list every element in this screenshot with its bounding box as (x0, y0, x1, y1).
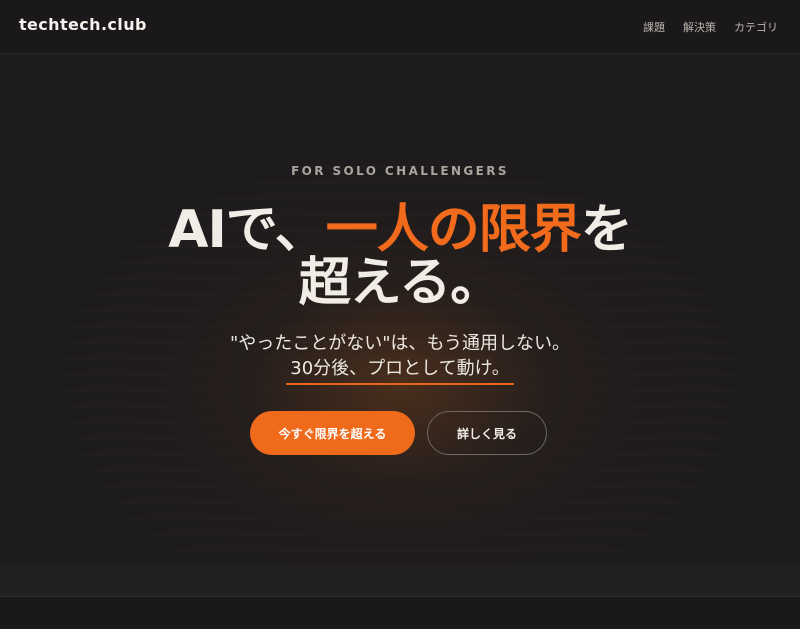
hero-headline-line1: AIで、一人の限界を (0, 202, 800, 258)
site-logo[interactable]: techtech.club (19, 15, 147, 34)
hero-tagline: 30分後、プロとして動け。 (286, 354, 514, 385)
footer-strip (0, 597, 800, 629)
section-divider-band (0, 565, 800, 597)
cta-primary-button[interactable]: 今すぐ限界を超える (250, 411, 415, 455)
main-nav: 課題 解決策 カテゴリ (643, 19, 778, 35)
nav-item-categories[interactable]: カテゴリ (734, 19, 778, 35)
page: techtech.club 課題 解決策 カテゴリ FOR SOLO CHALL… (0, 0, 800, 629)
learn-more-button[interactable]: 詳しく見る (427, 411, 547, 455)
hero-headline-line2: 超える。 (298, 253, 502, 313)
nav-item-solutions[interactable]: 解決策 (683, 19, 716, 35)
nav-item-issues[interactable]: 課題 (643, 19, 665, 35)
hero-section: FOR SOLO CHALLENGERS AIで、一人の限界を 超える。 "やっ… (0, 55, 800, 565)
site-header: techtech.club 課題 解決策 カテゴリ (0, 0, 800, 54)
headline-suffix: を (580, 200, 633, 260)
hero-tagline-wrap: 30分後、プロとして動け。 (0, 354, 800, 385)
headline-accent: 一人の限界 (325, 200, 582, 260)
headline-prefix: AIで、 (168, 200, 327, 260)
hero-eyebrow: FOR SOLO CHALLENGERS (291, 164, 509, 178)
hero-subtitle: "やったことがない"は、もう通用しない。 (229, 333, 571, 354)
